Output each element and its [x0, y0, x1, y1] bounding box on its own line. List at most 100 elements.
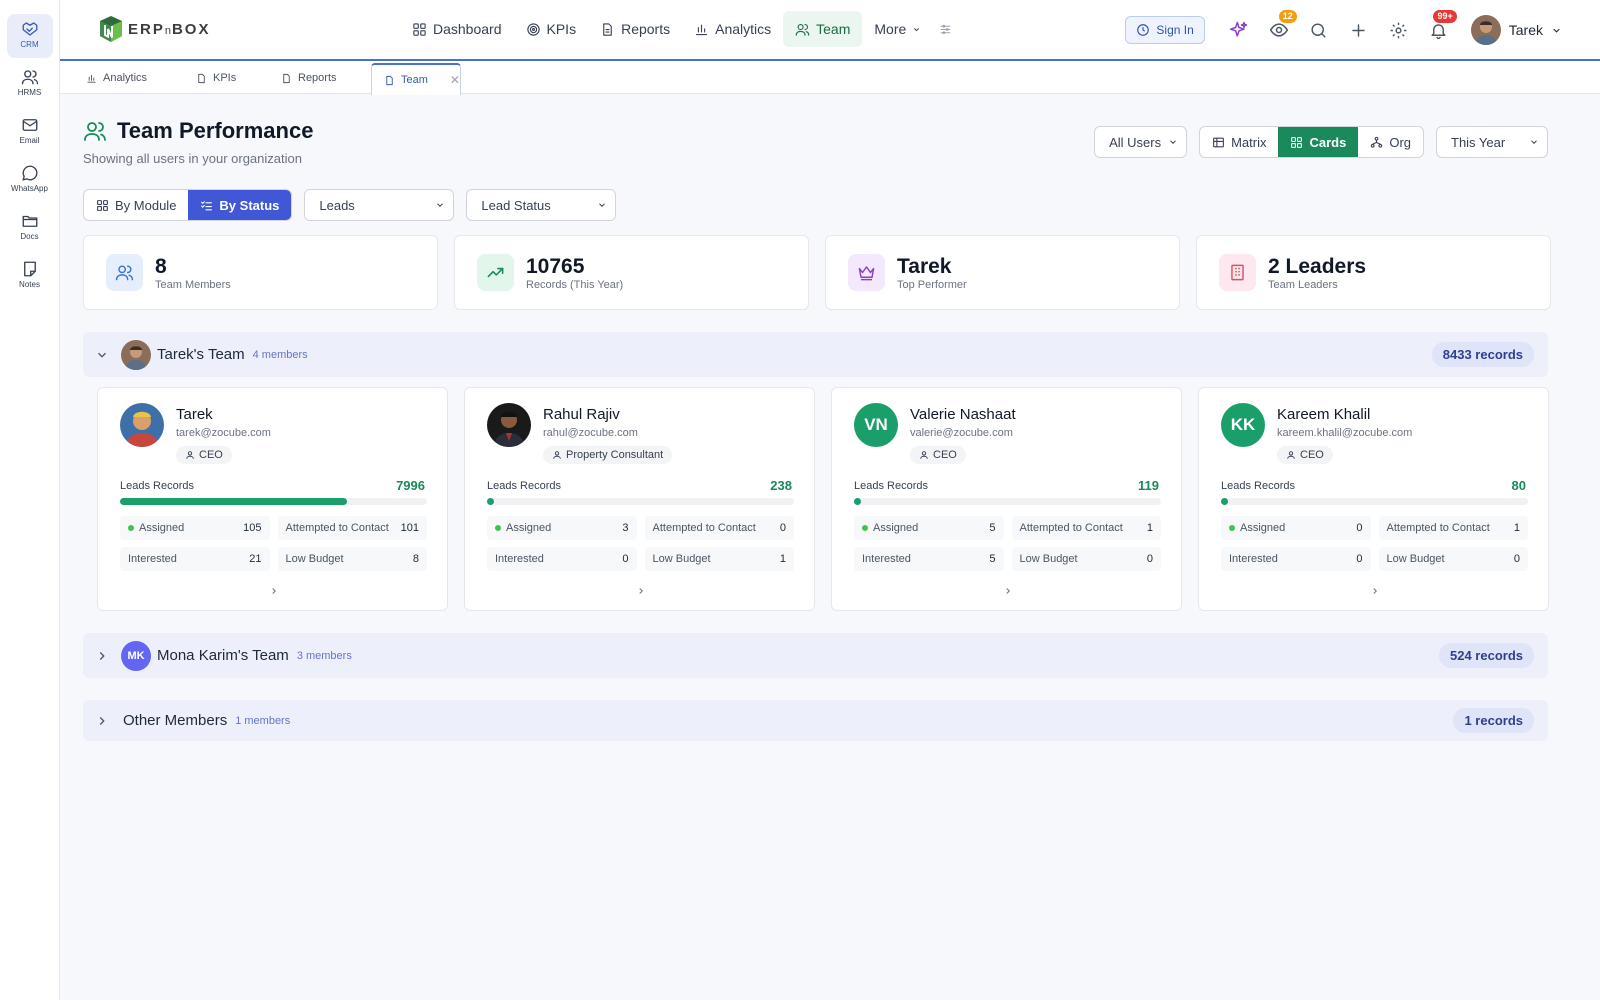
by-status-button[interactable]: By Status [188, 190, 292, 220]
status-cell: Low Budget 1 [644, 547, 794, 571]
sign-in-button[interactable]: Sign In [1125, 16, 1205, 44]
period-select[interactable]: This Year [1436, 126, 1548, 158]
rail-label: Docs [20, 232, 39, 241]
page-title: Team Performance [117, 118, 314, 143]
main-content: Team Performance Showing all users in yo… [60, 94, 1600, 1000]
trending-up-icon [487, 267, 504, 278]
member-email: tarek@zocube.com [176, 427, 271, 439]
rail-item-notes[interactable]: Notes [7, 254, 53, 298]
bar-chart-icon [696, 24, 708, 35]
user-menu[interactable]: Tarek [1470, 15, 1562, 45]
stat-team-members: 8 Team Members [83, 235, 438, 310]
chevron-right-icon[interactable] [636, 586, 646, 596]
close-tab-button[interactable]: ✕ [450, 73, 460, 87]
team-records-badge: 524 records [1439, 643, 1534, 668]
table-icon [1213, 137, 1224, 147]
view-matrix-button[interactable]: Matrix [1200, 127, 1278, 157]
building-icon [1231, 264, 1244, 281]
records-progress-bar [120, 498, 427, 505]
user-icon [553, 451, 561, 459]
module-select[interactable]: Leads [304, 189, 455, 221]
team-group-mona-karim[interactable]: MK Mona Karim's Team 3 members 524 recor… [83, 633, 1548, 678]
rail-item-docs[interactable]: Docs [7, 206, 53, 250]
status-breakdown: Assigned 105 Attempted to Contact 101 Inte… [120, 516, 427, 571]
gear-icon [1390, 22, 1407, 38]
ai-sparkle-button[interactable] [1219, 12, 1259, 48]
nav-team[interactable]: Team [783, 11, 863, 47]
team-group-other-members[interactable]: Other Members 1 members 1 records [83, 700, 1548, 741]
nav-analytics[interactable]: Analytics [682, 11, 783, 47]
tab-analytics[interactable]: Analytics [74, 63, 147, 93]
add-button[interactable] [1339, 12, 1379, 48]
chevron-right-icon[interactable] [1003, 586, 1013, 596]
nav-more[interactable]: More [862, 11, 933, 47]
member-avatar [120, 403, 164, 447]
status-cell: Assigned 0 [1221, 516, 1371, 540]
nav-label: Analytics [715, 21, 772, 37]
settings-button[interactable] [1379, 12, 1419, 48]
by-module-button[interactable]: By Module [84, 190, 188, 220]
member-card[interactable]: VN Valerie Nashaat valerie@zocube.com CE… [831, 387, 1182, 611]
sparkle-icon [1229, 21, 1248, 37]
records-label: Leads Records [120, 480, 194, 492]
member-email: kareem.khalil@zocube.com [1277, 427, 1413, 439]
nav-label: Reports [621, 21, 671, 37]
nav-reports[interactable]: Reports [588, 11, 682, 47]
status-cell: Attempted to Contact 1 [1011, 516, 1161, 540]
rail-item-hrms[interactable]: HRMS [7, 62, 53, 106]
team-member-count: 3 members [296, 649, 352, 662]
logo-text: ERPnBOX [128, 20, 211, 38]
member-card[interactable]: KK Kareem Khalil kareem.khalil@zocube.co… [1198, 387, 1549, 611]
nav-customize-button[interactable] [933, 11, 958, 47]
rail-item-email[interactable]: Email [7, 110, 53, 154]
records-progress-bar [487, 498, 794, 505]
tab-kpis[interactable]: KPIs [184, 63, 236, 93]
expand-toggle[interactable] [83, 649, 121, 663]
rail-item-whatsapp[interactable]: WhatsApp [7, 158, 53, 202]
view-cards-button[interactable]: Cards [1278, 127, 1359, 157]
chat-icon [21, 165, 37, 181]
expand-toggle[interactable] [83, 714, 121, 728]
bell-badge: 99+ [1433, 10, 1457, 23]
chevron-right-icon [99, 651, 105, 660]
user-icon [186, 451, 194, 459]
tab-team[interactable]: Team ✕ [371, 63, 461, 95]
select-value: Leads [319, 197, 355, 213]
role-badge: CEO [910, 446, 966, 464]
team-group-tarek[interactable]: Tarek's Team 4 members 8433 records [83, 332, 1548, 377]
member-card[interactable]: Tarek tarek@zocube.com CEO Leads Records… [97, 387, 448, 611]
member-avatar [487, 403, 531, 447]
chevron-right-icon[interactable] [1370, 586, 1380, 596]
member-card[interactable]: Rahul Rajiv rahul@zocube.com Property Co… [464, 387, 815, 611]
status-cell: Interested 5 [854, 547, 1004, 571]
tab-reports[interactable]: Reports [269, 63, 337, 93]
status-cell: Interested 0 [1221, 547, 1371, 571]
notifications-button[interactable]: 99+ [1419, 10, 1459, 48]
status-cell: Interested 0 [487, 547, 637, 571]
rail-label: CRM [20, 40, 39, 49]
chevron-down-icon [98, 352, 106, 358]
progress-fill [487, 498, 494, 505]
nav-kpis[interactable]: KPIs [514, 11, 589, 47]
watch-button[interactable]: 12 [1259, 10, 1299, 48]
users-icon [795, 23, 810, 36]
nav-dashboard[interactable]: Dashboard [400, 11, 514, 47]
view-org-button[interactable]: Org [1358, 127, 1423, 157]
status-cell: Low Budget 0 [1378, 547, 1528, 571]
document-icon [603, 22, 612, 36]
handshake-icon [22, 22, 37, 36]
cube-logo-icon [100, 16, 122, 42]
rail-item-crm[interactable]: CRM [6, 14, 53, 58]
chevron-right-icon[interactable] [269, 586, 279, 596]
user-filter-select[interactable]: All Users [1094, 126, 1188, 158]
search-button[interactable] [1299, 12, 1339, 48]
status-select[interactable]: Lead Status [466, 189, 617, 221]
status-cell: Interested 21 [120, 547, 270, 571]
records-label: Leads Records [487, 480, 561, 492]
stat-value: 10765 [526, 254, 585, 278]
collapse-toggle[interactable] [83, 348, 121, 362]
erpnbox-logo[interactable]: ERPnBOX [96, 14, 210, 44]
chevron-down-icon [599, 203, 606, 207]
grid-icon [1291, 136, 1303, 148]
eye-icon [1269, 23, 1288, 37]
